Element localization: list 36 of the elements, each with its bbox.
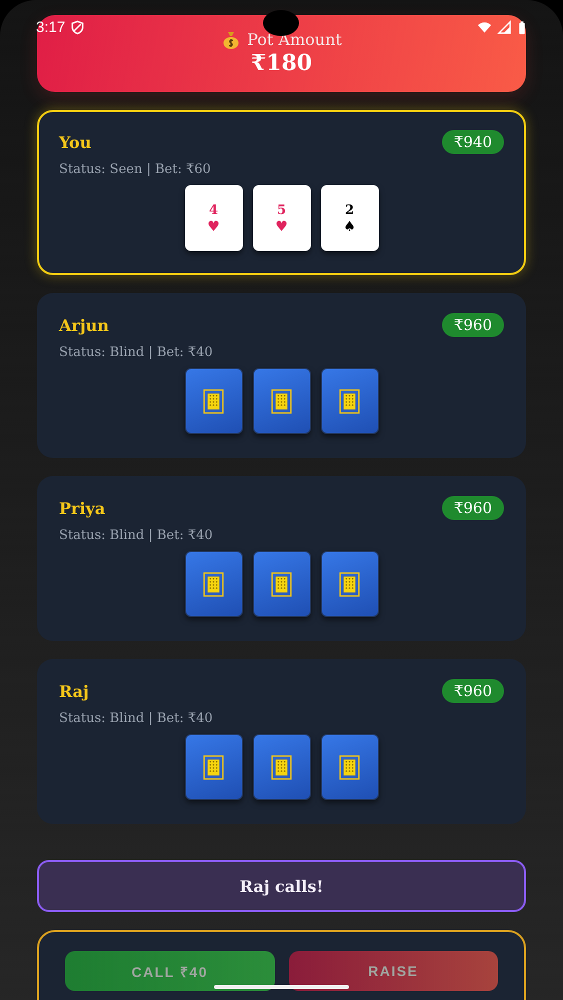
card-rank: 2	[344, 202, 354, 218]
card-emblem-icon	[271, 754, 292, 780]
card-emblem-icon	[203, 572, 224, 596]
card-rank: 4	[208, 202, 218, 218]
player-status: Status: Blind | Bet: ₹40	[59, 528, 214, 543]
player-name: Arjun	[59, 316, 109, 334]
pot-label: Pot Amount	[247, 31, 342, 49]
home-indicator[interactable]	[214, 985, 349, 989]
wifi-icon	[477, 20, 492, 34]
money-bag-icon	[221, 30, 242, 50]
game-message: Raj calls!	[37, 860, 526, 912]
player-status: Status: Blind | Bet: ₹40	[59, 345, 214, 360]
card-suit: ♥	[275, 220, 288, 234]
player-name: You	[59, 132, 92, 152]
shield-icon	[70, 20, 86, 34]
card-emblem-icon	[271, 388, 292, 414]
player-status: Status: Blind | Bet: ₹40	[59, 711, 214, 726]
player-status: Status: Seen | Bet: ₹60	[59, 162, 212, 177]
card-suit: ♥	[207, 220, 220, 234]
player-name: Priya	[59, 498, 106, 518]
card-emblem-icon	[271, 572, 292, 596]
pot-amount: ₹180	[250, 50, 312, 76]
chip-balance-badge: ₹960	[442, 496, 504, 520]
card-suit: ♠	[343, 220, 356, 234]
chip-balance-badge: ₹960	[442, 679, 504, 703]
player-name: Raj	[59, 682, 89, 700]
card-emblem-icon	[203, 388, 224, 414]
card-emblem-icon	[339, 388, 360, 414]
card-emblem-icon	[339, 754, 360, 780]
card-emblem-icon	[203, 754, 224, 780]
card-emblem-icon	[339, 572, 360, 596]
signal-icon	[497, 20, 512, 34]
card-rank: 5	[276, 202, 286, 218]
chip-balance-badge: ₹940	[442, 130, 504, 154]
chip-balance-badge: ₹960	[442, 313, 504, 337]
battery-icon	[517, 20, 527, 34]
